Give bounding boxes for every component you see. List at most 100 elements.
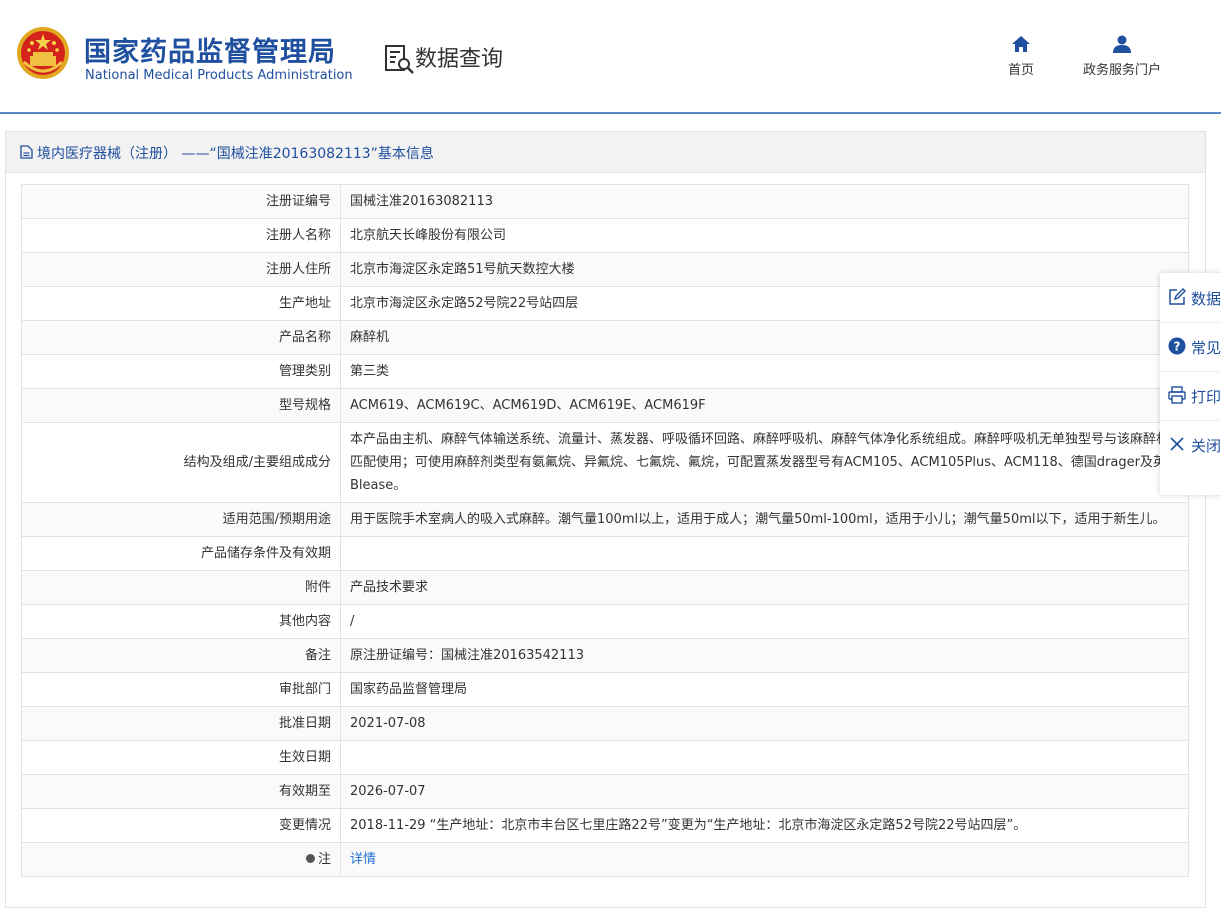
field-value: 2026-07-07 (340, 774, 1189, 809)
field-label-text: 批准日期 (278, 716, 331, 731)
nav-home-label: 首页 (1007, 63, 1034, 78)
side-toolbar: 数据 ? 常见 打印 关闭 (1160, 273, 1221, 495)
field-label-text: 适用范围/预期用途 (222, 512, 331, 527)
field-value-text: / (350, 614, 355, 629)
field-label-text: 备注 (304, 648, 331, 663)
table-row: 注册证编号 国械注准20163082113 (21, 184, 1189, 219)
field-label-text: 产品名称 (278, 330, 331, 345)
field-label: 注册人名称 (21, 218, 341, 253)
field-label-text: 附件 (304, 580, 331, 595)
field-label-text: 生效日期 (278, 750, 331, 765)
field-value: 原注册证编号：国械注准20163542113 (340, 638, 1189, 673)
field-value-text: 第三类 (350, 364, 390, 379)
field-label: 有效期至 (21, 774, 341, 809)
field-label: 适用范围/预期用途 (21, 502, 341, 537)
field-value: 国家药品监督管理局 (340, 672, 1189, 707)
side-print-label: 打印 (1191, 388, 1221, 406)
field-value: 第三类 (340, 354, 1189, 389)
field-label-text: 审批部门 (278, 682, 331, 697)
field-value: 产品技术要求 (340, 570, 1189, 605)
site-header: 国家药品监督管理局 National Medical Products Admi… (0, 0, 1221, 113)
nav-home[interactable]: 首页 (1000, 35, 1042, 78)
table-row: 生效日期 (21, 740, 1189, 775)
field-label: 结构及组成/主要组成成分 (21, 422, 341, 503)
national-emblem-icon (17, 27, 69, 79)
table-row: 注册人名称 北京航天长峰股份有限公司 (21, 218, 1189, 253)
detail-panel: 境内医疗器械（注册） ——“国械注准20163082113”基本信息 注册证编号… (5, 131, 1206, 908)
panel-header: 境内医疗器械（注册） ——“国械注准20163082113”基本信息 (6, 132, 1205, 173)
table-row: 注 详情 (21, 842, 1189, 877)
field-label-text: 其他内容 (278, 614, 331, 629)
field-value-text: 产品技术要求 (350, 580, 429, 595)
field-label: 变更情况 (21, 808, 341, 843)
field-label-text: 注册证编号 (265, 194, 331, 209)
side-faq-button[interactable]: ? 常见 (1160, 322, 1221, 372)
field-value: 北京市海淀区永定路52号院22号站四层 (340, 286, 1189, 321)
header-divider (0, 112, 1221, 114)
info-table: 注册证编号 国械注准20163082113 注册人名称 北京航天长峰股份有限公司 注册人… (21, 184, 1189, 877)
field-value-text: 国械注准20163082113 (350, 194, 493, 209)
table-row: 附件 产品技术要求 (21, 570, 1189, 605)
side-close-label: 关闭 (1191, 437, 1221, 455)
field-value-text: 2026-07-07 (350, 784, 426, 799)
field-label-text: 管理类别 (278, 364, 331, 379)
field-label: 管理类别 (21, 354, 341, 389)
field-value: 详情 (340, 842, 1189, 877)
side-print-button[interactable]: 打印 (1160, 371, 1221, 421)
field-value-text: 北京市海淀区永定路51号航天数控大楼 (350, 262, 575, 277)
panel-title: 境内医疗器械（注册） ——“国械注准20163082113”基本信息 (37, 146, 434, 162)
field-value: 2018-11-29 “生产地址：北京市丰台区七里庄路22号”变更为“生产地址：… (340, 808, 1189, 843)
side-data-button[interactable]: 数据 (1160, 273, 1221, 323)
field-label-text: 注册人名称 (265, 228, 331, 243)
field-label: 产品储存条件及有效期 (21, 536, 341, 571)
field-label: 生产地址 (21, 286, 341, 321)
document-icon (20, 145, 33, 159)
org-name-en: National Medical Products Administration (85, 68, 353, 83)
field-value-text: 2018-11-29 “生产地址：北京市丰台区七里庄路22号”变更为“生产地址：… (350, 818, 1027, 833)
field-value (340, 536, 1189, 571)
table-row: 结构及组成/主要组成成分 本产品由主机、麻醉气体输送系统、流量计、蒸发器、呼吸循环… (21, 422, 1189, 503)
field-value-text: ACM619、ACM619C、ACM619D、ACM619E、ACM619F (350, 398, 706, 413)
table-row: 生产地址 北京市海淀区永定路52号院22号站四层 (21, 286, 1189, 321)
field-label-text: 型号规格 (278, 398, 331, 413)
field-label-text: 注册人住所 (265, 262, 331, 277)
table-row: 适用范围/预期用途 用于医院手术室病人的吸入式麻醉。潮气量100ml以上，适用于成… (21, 502, 1189, 537)
table-row: 批准日期 2021-07-08 (21, 706, 1189, 741)
field-label: 注 (21, 842, 341, 877)
field-label-text: 生产地址 (278, 296, 331, 311)
field-value-text: 北京市海淀区永定路52号院22号站四层 (350, 296, 579, 311)
field-value: 2021-07-08 (340, 706, 1189, 741)
field-label: 批准日期 (21, 706, 341, 741)
field-value-text: 2021-07-08 (350, 716, 426, 731)
svg-text:?: ? (1174, 340, 1181, 354)
side-close-button[interactable]: 关闭 (1160, 420, 1221, 469)
field-value-text: 北京航天长峰股份有限公司 (350, 228, 507, 243)
field-label: 注册人住所 (21, 252, 341, 287)
question-icon: ? (1168, 337, 1186, 355)
nav-service-portal[interactable]: 政务服务门户 (1076, 35, 1168, 78)
lightbulb-icon (305, 854, 315, 863)
field-value: / (340, 604, 1189, 639)
org-name-cn: 国家药品监督管理局 (84, 37, 336, 68)
table-row: 产品名称 麻醉机 (21, 320, 1189, 355)
table-row: 其他内容 / (21, 604, 1189, 639)
field-label: 附件 (21, 570, 341, 605)
nav-portal-label: 政务服务门户 (1082, 63, 1161, 78)
table-row: 管理类别 第三类 (21, 354, 1189, 389)
field-value: 国械注准20163082113 (340, 184, 1189, 219)
field-value-text: 用于医院手术室病人的吸入式麻醉。潮气量100ml以上，适用于成人；潮气量50ml… (350, 512, 1166, 527)
table-row: 产品储存条件及有效期 (21, 536, 1189, 571)
field-value: 北京航天长峰股份有限公司 (340, 218, 1189, 253)
side-faq-label: 常见 (1191, 339, 1221, 357)
user-icon (1113, 35, 1131, 53)
field-value: 北京市海淀区永定路51号航天数控大楼 (340, 252, 1189, 287)
close-icon (1170, 437, 1184, 451)
field-label-text: 产品储存条件及有效期 (200, 546, 331, 561)
field-value-text: 国家药品监督管理局 (350, 682, 468, 697)
field-label: 审批部门 (21, 672, 341, 707)
field-label: 其他内容 (21, 604, 341, 639)
field-value: 用于医院手术室病人的吸入式麻醉。潮气量100ml以上，适用于成人；潮气量50ml… (340, 502, 1189, 537)
field-value: 本产品由主机、麻醉气体输送系统、流量计、蒸发器、呼吸循环回路、麻醉呼吸机、麻醉气… (340, 422, 1189, 503)
field-label-text: 有效期至 (278, 784, 331, 799)
details-link[interactable]: 详情 (350, 852, 376, 867)
